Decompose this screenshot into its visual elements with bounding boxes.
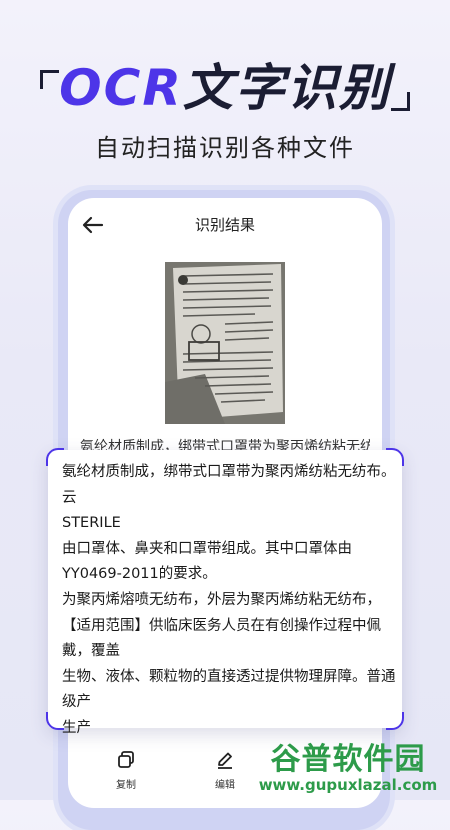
document-photo [165,262,285,424]
ocr-line: 氨纶材质制成，绑带式口罩带为聚丙烯纺粘无纺布。 [62,464,396,480]
watermark-main-text: 谷普软件园 [270,742,426,777]
scanned-document-image[interactable] [165,262,285,424]
copy-label: 复制 [116,780,136,791]
watermark-url: www.gupuxlazal.com [258,776,438,794]
ocr-line: 由口罩体、鼻夹和口罩带组成。其中口罩体由 [62,540,352,557]
ocr-result-card[interactable]: 氨纶材质制成，绑带式口罩带为聚丙烯纺粘无纺布。 云 STERILE 由口罩体、鼻… [46,448,404,736]
watermark-logo: 谷普软件园 www.gupuxlazal.com [246,730,450,800]
ocr-line: YY0469-2011的要求。 [62,566,217,583]
ocr-line: 戴，覆盖 [62,643,120,660]
page-title: 识别结果 [194,216,255,234]
ocr-line: 云 [62,489,77,506]
ocr-text-area[interactable]: 氨纶材质制成，绑带式口罩带为聚丙烯纺粘无纺布。 云 STERILE 由口罩体、鼻… [62,460,396,742]
promo-title-ocr: OCR [59,59,183,117]
ocr-line: 为聚丙烯熔喷无纺布，外层为聚丙烯纺粘无纺布， [62,591,381,608]
ocr-line: 生物、液体、颗粒物的直接透过提供物理屏障。普通 [62,668,396,685]
promo-title-rest: 文字识别 [182,59,391,117]
edit-pen-icon [218,752,232,769]
top-bar: 识别结果 [68,208,382,244]
promo-subtitle: 自动扫描识别各种文件 [95,134,355,162]
ocr-line: STERILE [62,515,121,532]
promo-title: OCR文字识别 [0,48,450,120]
ocr-line: 【适用范围】供临床医务人员在有创操作过程中佩 [62,617,381,634]
copy-icon [118,751,134,768]
copy-button[interactable]: 复制 [96,750,156,791]
ocr-line: 级产 [62,694,91,711]
